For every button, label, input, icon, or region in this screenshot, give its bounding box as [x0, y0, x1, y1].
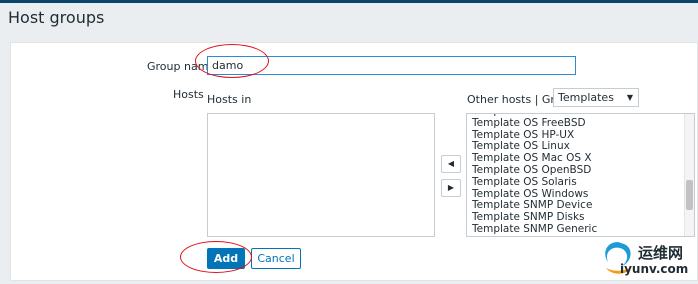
chevron-down-icon: ▼	[626, 93, 633, 102]
hosts-label: Hosts	[173, 88, 204, 101]
group-name-input[interactable]	[207, 56, 576, 75]
cancel-button[interactable]: Cancel	[251, 248, 301, 269]
other-host-item[interactable]: Template OS Solaris	[472, 176, 682, 189]
group-select[interactable]: Templates ▼	[553, 88, 639, 107]
top-accent-bar	[0, 0, 698, 3]
other-host-item[interactable]: Template OS FreeBSD	[472, 117, 682, 130]
watermark-site: iyunv.com	[620, 262, 689, 276]
move-left-button[interactable]: ◀	[441, 155, 461, 173]
scrollbar[interactable]	[684, 114, 694, 236]
scrollbar-thumb[interactable]	[686, 180, 693, 210]
add-button[interactable]: Add	[207, 248, 245, 269]
page-title: Host groups	[8, 8, 105, 27]
watermark-logo: 运维网 iyunv.com	[594, 236, 698, 282]
move-right-button[interactable]: ▶	[441, 179, 461, 197]
hosts-in-label: Hosts in	[207, 93, 252, 106]
group-select-value: Templates	[558, 91, 614, 104]
watermark-brand: 运维网	[638, 244, 684, 262]
hosts-in-listbox[interactable]	[207, 113, 435, 237]
group-name-label: Group name	[147, 60, 216, 73]
other-host-item[interactable]: Template OS OpenBSD	[472, 164, 682, 177]
other-hosts-listbox[interactable]: Template OS AIXTemplate OS FreeBSDTempla…	[466, 113, 695, 237]
other-host-item[interactable]: Template SNMP Generic	[472, 223, 682, 236]
